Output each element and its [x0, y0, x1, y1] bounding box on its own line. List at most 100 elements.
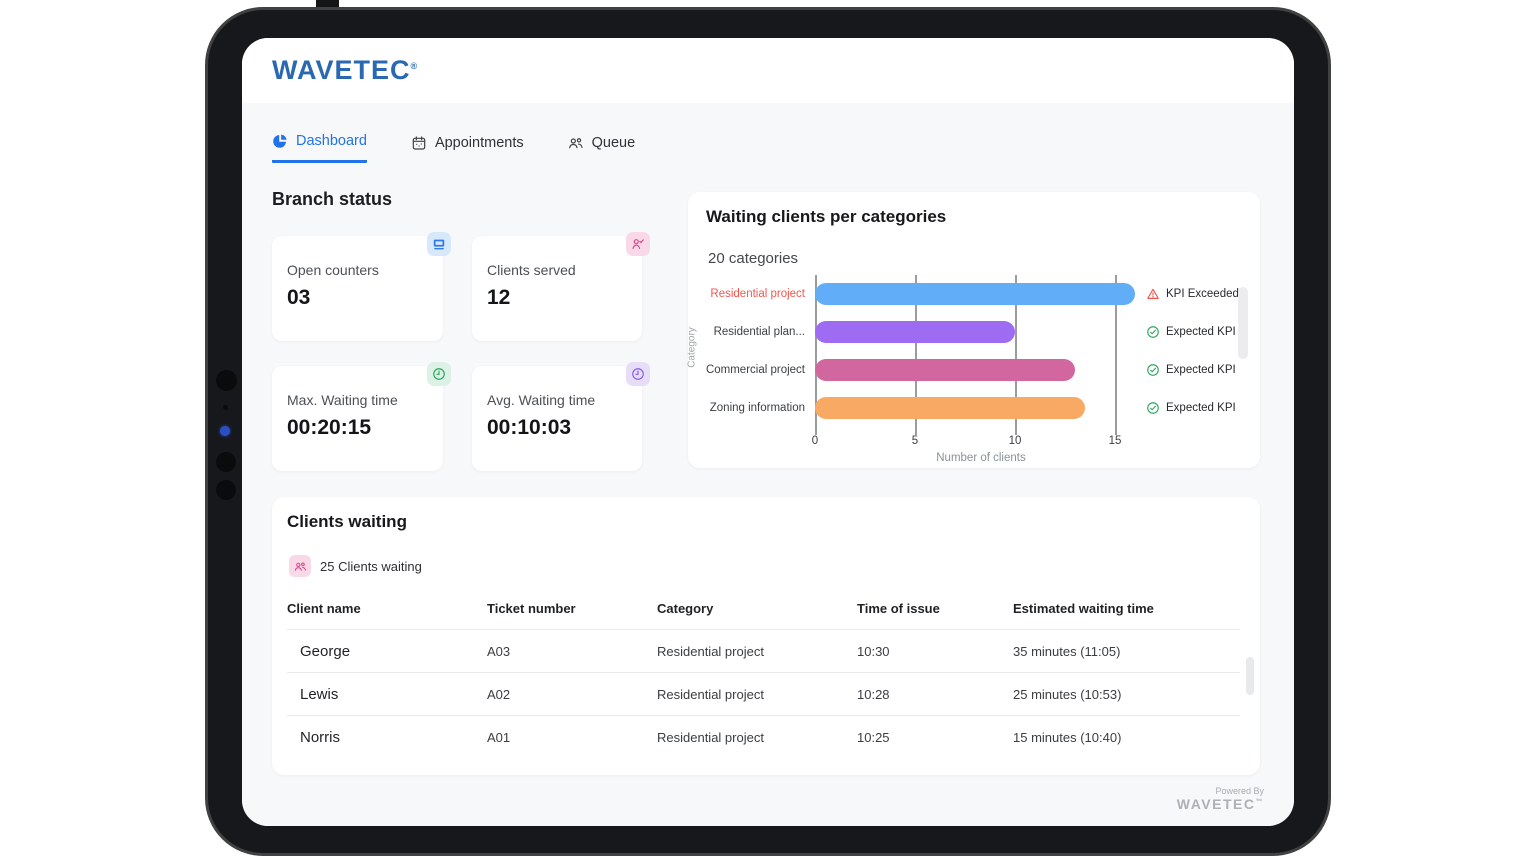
- clock-icon: [427, 362, 451, 386]
- estimated-cell: 35 minutes (11:05): [1013, 629, 1240, 672]
- branch-status-title: Branch status: [272, 189, 393, 209]
- bar-row: Zoning information: [710, 389, 1147, 427]
- open-counters-card: Open counters 03: [272, 232, 451, 341]
- chart-subtitle: 20 categories: [708, 250, 799, 267]
- x-axis-label: Number of clients: [936, 452, 1026, 464]
- bar-row: Residential project: [710, 275, 1147, 313]
- category-cell: Residential project: [657, 672, 857, 715]
- camera-lens: [216, 452, 236, 472]
- warning-icon: [1146, 287, 1160, 301]
- x-axis-ticks: 0 5 10 15: [811, 435, 1122, 447]
- check-circle-icon: [1146, 325, 1160, 339]
- column-header: Estimated waiting time: [1013, 601, 1154, 616]
- tablet-frame: WAVETEC® Dashboard Appointments Queue Br…: [205, 7, 1331, 856]
- bar-zoning-information: [815, 397, 1085, 419]
- clients-waiting-title: Clients waiting: [287, 512, 407, 531]
- y-axis-label: Category: [686, 327, 698, 368]
- kpi-legend: KPI Exceeded Expected KPI Expected KPI E…: [1146, 275, 1239, 427]
- dashboard-page: Dashboard Appointments Queue Branch stat…: [242, 103, 1294, 826]
- category-label: Residential plan...: [713, 326, 805, 338]
- client-name-cell: George: [287, 629, 487, 672]
- stat-value: 00:20:15: [287, 416, 372, 439]
- powered-by-text: Powered By: [1215, 786, 1264, 796]
- column-header: Time of issue: [857, 601, 940, 616]
- bar-row: Residential plan...: [714, 313, 1147, 351]
- clients-waiting-card: Clients waiting 25 Clients waiting Clien…: [272, 497, 1260, 775]
- counter-icon: [427, 232, 451, 256]
- estimated-cell: 25 minutes (10:53): [1013, 672, 1240, 715]
- app-header: WAVETEC®: [242, 38, 1294, 103]
- calendar-icon: [411, 135, 427, 151]
- clients-served-card: Clients served 12: [472, 232, 650, 341]
- time-cell: 10:25: [857, 715, 1013, 758]
- camera-sensor-blue: [220, 426, 230, 436]
- kpi-status-row: Expected KPI: [1146, 351, 1239, 389]
- kpi-status-label: Expected KPI: [1166, 402, 1236, 414]
- column-header: Category: [657, 601, 714, 616]
- main-nav: Dashboard Appointments Queue: [272, 133, 635, 163]
- tab-appointments[interactable]: Appointments: [411, 133, 524, 163]
- client-name-cell: Lewis: [287, 672, 487, 715]
- branch-status-cards: Open counters 03 Clients served 12 Max. …: [272, 232, 650, 471]
- column-header: Client name: [287, 601, 361, 616]
- people-icon: [568, 135, 584, 151]
- stat-label: Clients served: [487, 262, 576, 278]
- stat-value: 00:10:03: [487, 416, 572, 439]
- ticket-cell: A01: [487, 715, 657, 758]
- camera-dot: [223, 405, 228, 410]
- stat-value: 12: [487, 286, 511, 309]
- trademark: ™: [1255, 798, 1264, 806]
- bar-residential-project: [815, 283, 1135, 305]
- stat-label: Open counters: [287, 262, 379, 278]
- category-label: Residential project: [710, 288, 805, 300]
- camera-lens: [216, 480, 236, 500]
- tab-dashboard[interactable]: Dashboard: [272, 133, 367, 163]
- stat-label: Max. Waiting time: [287, 392, 398, 408]
- chart-scrollbar-thumb[interactable]: [1238, 287, 1248, 359]
- check-circle-icon: [1146, 401, 1160, 415]
- kpi-status-label: KPI Exceeded: [1166, 288, 1239, 300]
- ticket-cell: A02: [487, 672, 657, 715]
- category-label: Zoning information: [709, 402, 805, 414]
- ticket-cell: A03: [487, 629, 657, 672]
- table-scrollbar-thumb[interactable]: [1246, 657, 1254, 695]
- client-name-cell: Norris: [287, 715, 487, 758]
- person-check-icon: [626, 232, 650, 256]
- tab-label: Appointments: [434, 134, 524, 151]
- avg-waiting-time-card: Avg. Waiting time 00:10:03: [472, 362, 650, 471]
- kpi-status-row: Expected KPI: [1146, 313, 1239, 351]
- time-cell: 10:28: [857, 672, 1013, 715]
- kpi-status-row: KPI Exceeded: [1146, 275, 1239, 313]
- bar-chart-plot: Residential project Residential plan... …: [706, 275, 1147, 435]
- people-icon: [289, 555, 311, 577]
- bar-residential-plan: [815, 321, 1015, 343]
- kpi-status-label: Expected KPI: [1166, 326, 1236, 338]
- bar-commercial-project: [815, 359, 1075, 381]
- wavetec-logo: WAVETEC®: [272, 55, 419, 85]
- tablet-screen: WAVETEC® Dashboard Appointments Queue Br…: [242, 38, 1294, 826]
- column-header: Ticket number: [487, 601, 576, 616]
- stat-label: Avg. Waiting time: [487, 392, 596, 408]
- stat-value: 03: [287, 286, 311, 309]
- category-label: Commercial project: [705, 364, 805, 376]
- chart-title: Waiting clients per categories: [706, 207, 947, 226]
- camera-lens: [216, 370, 237, 391]
- tab-label: Dashboard: [296, 133, 367, 149]
- clients-waiting-count: 25 Clients waiting: [320, 559, 422, 574]
- tab-queue[interactable]: Queue: [568, 133, 635, 163]
- kpi-status-row: Expected KPI: [1146, 389, 1239, 427]
- clients-waiting-table: Client name Ticket number Category Time …: [287, 601, 1240, 758]
- wavetec-footer-logo: WAVETEC™: [1176, 796, 1264, 812]
- kpi-status-label: Expected KPI: [1166, 364, 1236, 376]
- pie-chart-icon: [272, 133, 288, 149]
- registered-mark: ®: [410, 61, 419, 71]
- waiting-clients-chart-card: Waiting clients per categories 20 catego…: [686, 192, 1260, 468]
- max-waiting-time-card: Max. Waiting time 00:20:15: [272, 362, 451, 471]
- bar-row: Commercial project: [706, 351, 1147, 389]
- category-cell: Residential project: [657, 715, 857, 758]
- clock-icon: [626, 362, 650, 386]
- powered-by-footer: Powered By WAVETEC™: [1177, 786, 1264, 812]
- check-circle-icon: [1146, 363, 1160, 377]
- estimated-cell: 15 minutes (10:40): [1013, 715, 1240, 758]
- category-cell: Residential project: [657, 629, 857, 672]
